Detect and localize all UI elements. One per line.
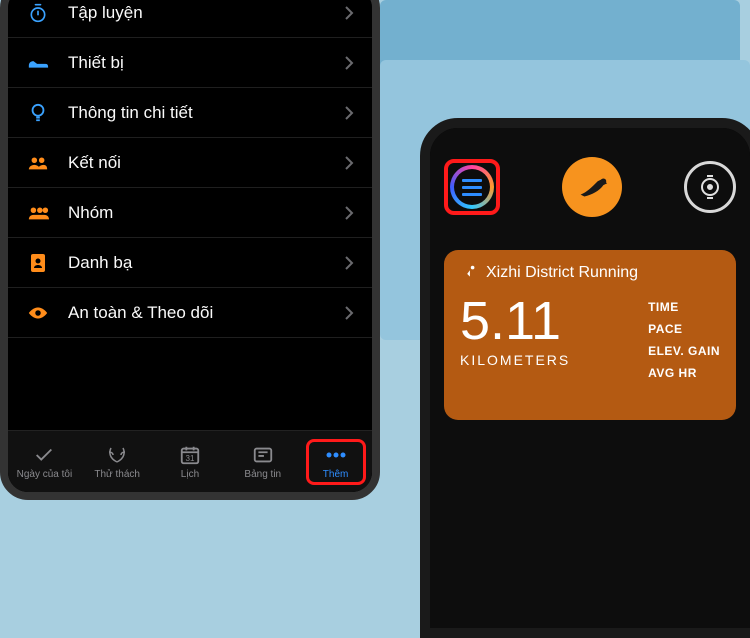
menu-button-highlight [444,159,500,215]
checkmark-icon [33,444,55,466]
chevron-right-icon [344,55,354,71]
chevron-right-icon [344,105,354,121]
tab-my-day[interactable]: Ngày của tôi [14,444,74,480]
tab-label: Ngày của tôi [17,469,73,480]
laurel-icon [105,444,129,466]
stopwatch-icon [26,1,50,25]
watch-button[interactable] [684,161,736,213]
activity-title-row: Xizhi District Running [460,264,638,282]
right-phone-frame: Xizhi District Running 5.11 KILOMETERS T… [420,118,750,638]
bottom-tab-bar: Ngày của tôi Thử thách 31 Lịch Bảng t [8,430,372,492]
menu-button[interactable] [450,165,494,209]
metric-value: 5.11 [460,294,638,348]
left-phone-frame: Tập luyện Thiết bị Thông tin chi tiết [0,0,380,500]
group-icon [26,151,50,175]
chevron-right-icon [344,305,354,321]
chevron-right-icon [344,205,354,221]
menu-item-label: Thông tin chi tiết [68,103,344,123]
activity-title: Xizhi District Running [486,264,638,282]
tab-challenges[interactable]: Thử thách [87,444,147,480]
stat-label: TIME [648,300,720,314]
menu-item-contacts[interactable]: Danh bạ [8,238,372,288]
menu-item-label: An toàn & Theo dõi [68,303,344,323]
chevron-right-icon [344,255,354,271]
tab-label: Thêm [323,469,349,480]
runner-icon [562,157,622,217]
tab-label: Bảng tin [244,469,281,480]
contacts-icon [26,251,50,275]
news-icon [252,444,274,466]
left-phone-screen: Tập luyện Thiết bị Thông tin chi tiết [8,0,372,492]
app-top-bar [430,128,750,218]
menu-item-gear[interactable]: Thiết bị [8,38,372,88]
menu-item-label: Kết nối [68,153,344,173]
menu-item-groups[interactable]: Nhóm [8,188,372,238]
menu-item-label: Thiết bị [68,53,344,73]
eye-icon [26,301,50,325]
runner-small-icon [460,264,478,282]
menu-item-label: Danh bạ [68,253,344,273]
bulb-icon [26,101,50,125]
metric-unit: KILOMETERS [460,352,638,368]
activity-card[interactable]: Xizhi District Running 5.11 KILOMETERS T… [444,250,736,420]
activity-stats-column: TIME PACE ELEV. GAIN AVG HR [648,264,720,406]
chevron-right-icon [344,5,354,21]
watch-icon [697,174,723,200]
menu-item-label: Nhóm [68,203,344,223]
menu-item-label: Tập luyện [68,3,344,23]
more-dots-icon [324,444,348,466]
group-icon [26,201,50,225]
shoe-icon [26,51,50,75]
stat-label: ELEV. GAIN [648,344,720,358]
tab-calendar[interactable]: 31 Lịch [160,444,220,480]
stat-label: AVG HR [648,366,720,380]
activity-badge[interactable] [514,157,670,217]
menu-item-connections[interactable]: Kết nối [8,138,372,188]
menu-item-insights[interactable]: Thông tin chi tiết [8,88,372,138]
hamburger-icon [462,179,482,196]
menu-item-safety-tracking[interactable]: An toàn & Theo dõi [8,288,372,338]
settings-menu: Tập luyện Thiết bị Thông tin chi tiết [8,0,372,430]
calendar-day: 31 [179,454,201,463]
tab-label: Thử thách [94,469,140,480]
chevron-right-icon [344,155,354,171]
menu-item-training[interactable]: Tập luyện [8,0,372,38]
tab-more[interactable]: Thêm [306,439,366,485]
calendar-icon: 31 [179,444,201,466]
right-phone-screen: Xizhi District Running 5.11 KILOMETERS T… [430,128,750,628]
tab-label: Lịch [181,469,199,480]
stat-label: PACE [648,322,720,336]
tab-newsfeed[interactable]: Bảng tin [233,444,293,480]
